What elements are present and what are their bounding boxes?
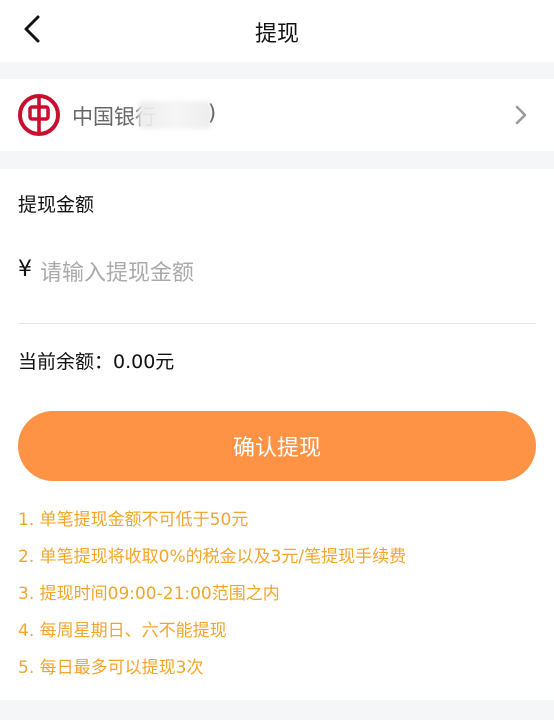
bank-name-suffix: ) xyxy=(208,101,217,125)
withdraw-rules-list: 1. 单笔提现金额不可低于50元 2. 单笔提现将收取0%的税金以及3元/笔提现… xyxy=(18,505,406,690)
bank-card-selector[interactable]: 中国银行 ) xyxy=(0,79,554,151)
amount-input-row: ¥ xyxy=(18,255,536,291)
rule-item: 1. 单笔提现金额不可低于50元 xyxy=(18,510,249,530)
header-bar: 提现 xyxy=(0,0,554,62)
rule-item: 2. 单笔提现将收取0%的税金以及3元/笔提现手续费 xyxy=(18,547,407,567)
page-title: 提现 xyxy=(254,22,299,47)
bank-of-china-logo-icon xyxy=(18,94,60,136)
masked-account-number xyxy=(138,101,212,129)
chevron-right-icon xyxy=(515,105,527,125)
current-balance: 当前余额：0.00元 xyxy=(18,351,175,373)
withdraw-panel: 提现金额 ¥ 当前余额：0.00元 确认提现 1. 单笔提现金额不可低于50元 … xyxy=(0,169,554,700)
confirm-withdraw-button[interactable]: 确认提现 xyxy=(18,411,536,481)
currency-symbol: ¥ xyxy=(18,257,32,282)
rule-item: 5. 每日最多可以提现3次 xyxy=(18,658,204,678)
rule-item: 4. 每周星期日、六不能提现 xyxy=(18,621,227,641)
amount-label: 提现金额 xyxy=(18,194,95,216)
amount-input[interactable] xyxy=(40,255,520,291)
divider xyxy=(18,323,536,324)
rule-item: 3. 提现时间09:00-21:00范围之内 xyxy=(18,584,280,604)
